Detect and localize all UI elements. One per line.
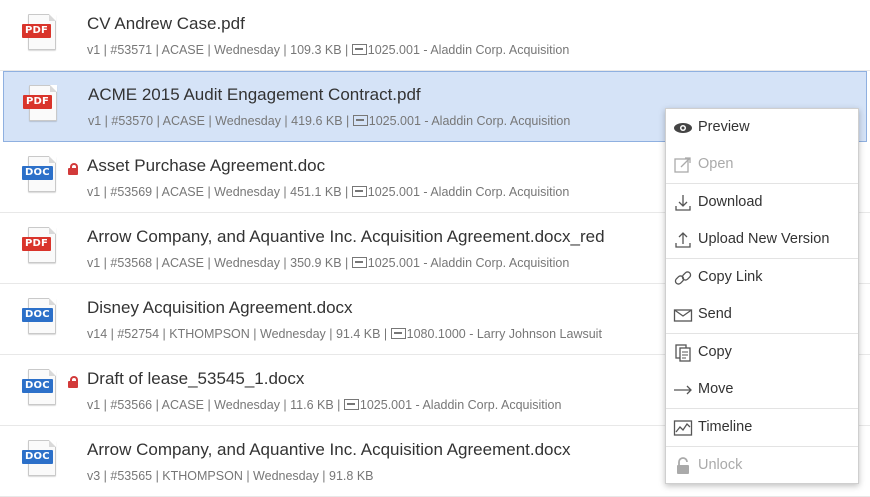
open-external-icon xyxy=(674,157,691,173)
lock-icon xyxy=(68,163,78,175)
menu-item-timeline[interactable]: Timeline xyxy=(666,408,858,446)
menu-item-open[interactable]: Open xyxy=(666,146,858,183)
timeline-chart-icon xyxy=(673,420,693,436)
meta-details: v1 | #53566 | ACASE | Wednesday | 11.6 K… xyxy=(87,398,344,412)
doc-file-icon: DOC xyxy=(22,156,56,194)
pdf-file-icon: PDF xyxy=(22,227,56,265)
file-type-badge: DOC xyxy=(22,166,53,180)
file-type-badge: PDF xyxy=(22,237,52,251)
menu-item-send[interactable]: Send xyxy=(666,296,858,333)
matter-name: 1025.001 - Aladdin Corp. Acquisition xyxy=(368,114,571,128)
document-title: ACME 2015 Audit Engagement Contract.pdf xyxy=(88,85,421,104)
menu-item-label: Open xyxy=(698,156,734,172)
file-type-badge: DOC xyxy=(22,308,53,322)
doc-file-icon: DOC xyxy=(22,298,56,336)
meta-details: v1 | #53569 | ACASE | Wednesday | 451.1 … xyxy=(87,185,352,199)
pdf-file-icon: PDF xyxy=(22,14,56,52)
document-title: Arrow Company, and Aquantive Inc. Acquis… xyxy=(87,227,605,246)
link-icon xyxy=(674,271,692,285)
matter-icon xyxy=(351,257,367,268)
document-meta: v1 | #53571 | ACASE | Wednesday | 109.3 … xyxy=(87,43,569,57)
meta-details: v1 | #53570 | ACASE | Wednesday | 419.6 … xyxy=(88,114,353,128)
unlock-icon xyxy=(677,457,689,474)
pdf-file-icon: PDF xyxy=(23,85,57,123)
upload-icon xyxy=(675,232,691,248)
document-title: Draft of lease_53545_1.docx xyxy=(87,369,305,388)
document-meta: v3 | #53565 | KTHOMPSON | Wednesday | 91… xyxy=(87,469,374,483)
meta-details: v3 | #53565 | KTHOMPSON | Wednesday | 91… xyxy=(87,469,374,483)
document-meta: v1 | #53569 | ACASE | Wednesday | 451.1 … xyxy=(87,185,569,199)
meta-details: v1 | #53568 | ACASE | Wednesday | 350.9 … xyxy=(87,256,352,270)
document-meta: v1 | #53566 | ACASE | Wednesday | 11.6 K… xyxy=(87,398,561,412)
document-title: Asset Purchase Agreement.doc xyxy=(87,156,326,175)
download-icon xyxy=(675,195,691,211)
file-type-badge: DOC xyxy=(22,450,53,464)
matter-name: 1080.1000 - Larry Johnson Lawsuit xyxy=(406,327,602,341)
doc-file-icon: DOC xyxy=(22,440,56,478)
document-meta: v1 | #53568 | ACASE | Wednesday | 350.9 … xyxy=(87,256,569,270)
menu-item-label: Timeline xyxy=(698,419,753,435)
matter-icon xyxy=(390,328,406,339)
menu-item-unlock[interactable]: Unlock xyxy=(666,446,858,484)
meta-details: v14 | #52754 | KTHOMPSON | Wednesday | 9… xyxy=(87,327,391,341)
matter-name: 1025.001 - Aladdin Corp. Acquisition xyxy=(359,398,562,412)
matter-icon xyxy=(351,186,367,197)
matter-icon xyxy=(351,44,367,55)
menu-item-label: Move xyxy=(698,381,734,397)
copy-icon xyxy=(675,344,691,362)
file-type-badge: PDF xyxy=(22,24,52,38)
menu-item-download[interactable]: Download xyxy=(666,183,858,221)
matter-icon xyxy=(352,115,368,126)
menu-item-label: Preview xyxy=(698,119,750,135)
document-title: Disney Acquisition Agreement.docx xyxy=(87,298,353,317)
menu-item-label: Send xyxy=(698,306,732,322)
matter-name: 1025.001 - Aladdin Corp. Acquisition xyxy=(367,185,570,199)
doc-file-icon: DOC xyxy=(22,369,56,407)
matter-name: 1025.001 - Aladdin Corp. Acquisition xyxy=(367,256,570,270)
eye-icon xyxy=(674,123,692,133)
menu-item-preview[interactable]: Preview xyxy=(666,109,858,146)
document-meta: v14 | #52754 | KTHOMPSON | Wednesday | 9… xyxy=(87,327,602,341)
document-title: Arrow Company, and Aquantive Inc. Acquis… xyxy=(87,440,571,459)
document-row[interactable]: PDF CV Andrew Case.pdf v1 | #53571 | ACA… xyxy=(0,0,870,71)
menu-item-label: Copy xyxy=(698,344,732,360)
menu-item-move[interactable]: Move xyxy=(666,371,858,408)
menu-item-copy[interactable]: Copy xyxy=(666,333,858,371)
meta-details: v1 | #53571 | ACASE | Wednesday | 109.3 … xyxy=(87,43,352,57)
menu-item-label: Download xyxy=(698,194,763,210)
menu-item-copy-link[interactable]: Copy Link xyxy=(666,258,858,296)
file-type-badge: PDF xyxy=(23,95,53,109)
lock-icon xyxy=(68,376,78,388)
envelope-icon xyxy=(673,309,693,322)
matter-icon xyxy=(343,399,359,410)
matter-name: 1025.001 - Aladdin Corp. Acquisition xyxy=(367,43,570,57)
file-type-badge: DOC xyxy=(22,379,53,393)
arrow-right-icon xyxy=(674,385,692,395)
document-meta: v1 | #53570 | ACASE | Wednesday | 419.6 … xyxy=(88,114,570,128)
document-title: CV Andrew Case.pdf xyxy=(87,14,245,33)
menu-item-label: Upload New Version xyxy=(698,231,830,247)
menu-item-label: Copy Link xyxy=(698,269,763,285)
menu-item-label: Unlock xyxy=(698,457,743,473)
menu-item-upload-new-version[interactable]: Upload New Version xyxy=(666,221,858,258)
context-menu: Preview Open Download Upload New Version… xyxy=(665,108,859,484)
